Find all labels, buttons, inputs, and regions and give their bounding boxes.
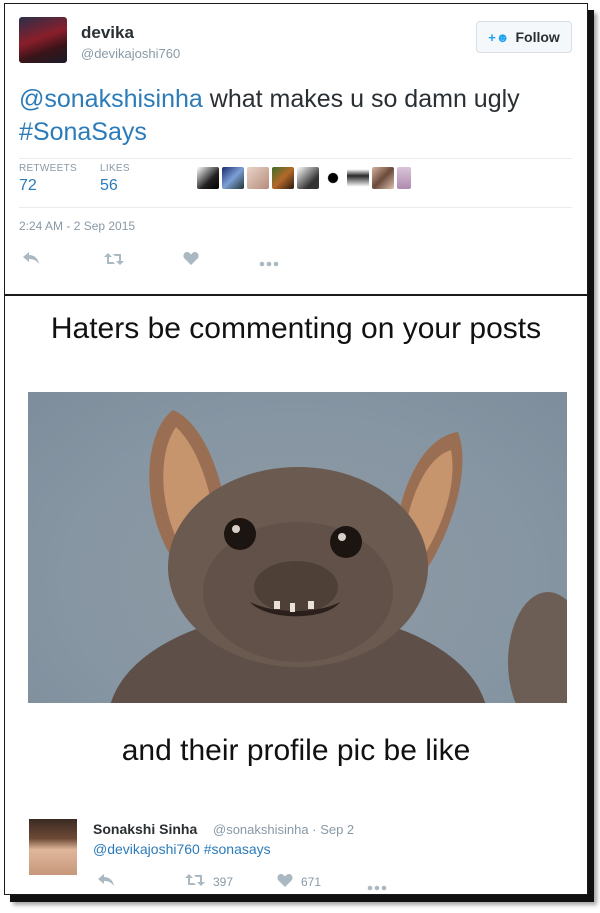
hashtag-link[interactable]: #SonaSays (19, 118, 147, 146)
liker-avatar[interactable] (322, 167, 344, 189)
liker-avatar[interactable] (397, 167, 411, 189)
liker-avatar[interactable] (372, 167, 394, 189)
reply-author-handle[interactable]: @sonakshisinha (213, 822, 309, 837)
mention-link[interactable]: @sonakshisinha (19, 85, 203, 113)
reply-more-button[interactable] (367, 878, 387, 894)
more-icon[interactable] (259, 253, 279, 270)
reply-retweet-button[interactable]: 397 (185, 873, 233, 890)
meme-photo (28, 392, 567, 703)
divider (19, 207, 572, 208)
reply-author-name[interactable]: Sonakshi Sinha (93, 821, 197, 837)
likers-avatars (197, 167, 411, 189)
section-divider (5, 294, 587, 296)
retweet-icon[interactable] (104, 252, 124, 269)
reply-like-button[interactable]: 671 (277, 873, 321, 890)
reply-reply-button[interactable] (97, 873, 115, 890)
retweet-count: 397 (213, 874, 234, 889)
liker-avatar[interactable] (347, 167, 369, 189)
follow-button[interactable]: +☻ Follow (476, 21, 572, 53)
more-icon (367, 878, 387, 894)
liker-avatar[interactable] (272, 167, 294, 189)
tweet-timestamp[interactable]: 2:24 AM - 2 Sep 2015 (19, 219, 135, 233)
author-handle[interactable]: @devikajoshi760 (81, 46, 180, 61)
like-icon[interactable] (183, 251, 199, 268)
reply-author-avatar[interactable] (29, 819, 77, 875)
divider (19, 158, 572, 159)
likes-count[interactable]: 56 (100, 177, 118, 195)
bat-illustration (110, 410, 567, 703)
reply-mention-link[interactable]: @devikajoshi760 (93, 841, 200, 857)
retweet-icon (185, 873, 205, 890)
author-name[interactable]: devika (81, 23, 134, 43)
liker-avatar[interactable] (297, 167, 319, 189)
meta-separator: · (312, 822, 317, 837)
tweet-body: what makes u so damn ugly (202, 85, 520, 113)
retweets-count[interactable]: 72 (19, 177, 37, 195)
like-icon (277, 873, 293, 890)
reply-text: @devikajoshi760 #sonasays (93, 841, 271, 857)
add-user-icon: +☻ (488, 29, 510, 45)
likes-label: LIKES (100, 163, 130, 174)
reply-meta: @sonakshisinha · Sep 2 (213, 822, 354, 837)
reply-date[interactable]: Sep 2 (320, 822, 354, 837)
follow-label: Follow (515, 29, 560, 45)
liker-avatar[interactable] (222, 167, 244, 189)
meme-top-caption: Haters be commenting on your posts (50, 312, 542, 345)
like-count: 671 (301, 874, 322, 889)
reply-icon (97, 873, 115, 890)
reply-icon[interactable] (22, 251, 40, 268)
tweet-text: @sonakshisinha what makes u so damn ugly… (19, 83, 569, 149)
meme-bottom-caption: and their profile pic be like (121, 734, 471, 767)
retweets-label: RETWEETS (19, 163, 77, 174)
author-avatar[interactable] (19, 17, 67, 63)
liker-avatar[interactable] (247, 167, 269, 189)
reply-hashtag-link[interactable]: #sonasays (204, 841, 271, 857)
screenshot-card: devika @devikajoshi760 +☻ Follow @sonaks… (4, 3, 588, 895)
liker-avatar[interactable] (197, 167, 219, 189)
